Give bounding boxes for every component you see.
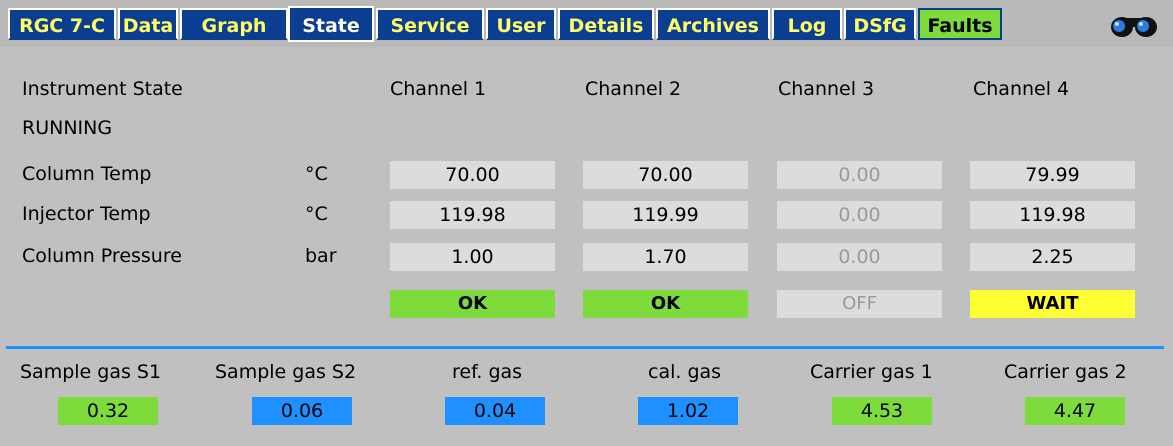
value-column-temp-ch2: 70.00 <box>583 161 748 189</box>
row-label-column-temp: Column Temp <box>22 163 152 185</box>
row-unit-column-temp: °C <box>305 163 328 185</box>
gas-label-carrier-2: Carrier gas 2 <box>1004 361 1127 383</box>
value-column-pressure-ch2: 1.70 <box>583 243 748 271</box>
value-column-temp-ch1: 70.00 <box>390 161 555 189</box>
gas-value-sample-s1: 0.32 <box>58 397 158 425</box>
binoculars-icon[interactable] <box>1109 12 1159 38</box>
gas-value-carrier-2: 4.47 <box>1025 397 1125 425</box>
status-badge-ch4: WAIT <box>970 290 1135 318</box>
value-column-pressure-ch4: 2.25 <box>970 243 1135 271</box>
value-injector-temp-ch1: 119.98 <box>390 201 555 229</box>
tab-graph[interactable]: Graph <box>180 8 288 40</box>
instrument-state-title: Instrument State <box>22 78 183 100</box>
tab-bar: RGC 7-C Data Graph State Service User De… <box>0 0 1173 47</box>
status-badge-ch1: OK <box>390 290 555 318</box>
tab-data[interactable]: Data <box>118 8 178 40</box>
gas-label-sample-s1: Sample gas S1 <box>20 361 162 383</box>
tab-dsfg[interactable]: DSfG <box>844 8 916 40</box>
value-column-pressure-ch3: 0.00 <box>777 243 942 271</box>
gas-label-cal: cal. gas <box>648 361 722 383</box>
tab-service[interactable]: Service <box>376 8 484 40</box>
channel-2-header: Channel 2 <box>585 78 682 100</box>
gas-label-ref: ref. gas <box>452 361 523 383</box>
gas-label-sample-s2: Sample gas S2 <box>215 361 357 383</box>
value-column-temp-ch4: 79.99 <box>970 161 1135 189</box>
tab-faults[interactable]: Faults <box>918 8 1002 40</box>
value-injector-temp-ch4: 119.98 <box>970 201 1135 229</box>
tab-user[interactable]: User <box>486 8 556 40</box>
instrument-state-value: RUNNING <box>22 117 113 139</box>
value-column-pressure-ch1: 1.00 <box>390 243 555 271</box>
tab-state[interactable]: State <box>288 6 374 42</box>
tab-archives[interactable]: Archives <box>656 8 770 40</box>
value-column-temp-ch3: 0.00 <box>777 161 942 189</box>
row-label-column-pressure: Column Pressure <box>22 245 182 267</box>
channel-1-header: Channel 1 <box>390 78 487 100</box>
status-badge-ch2: OK <box>583 290 748 318</box>
section-divider <box>6 346 1164 349</box>
gas-value-ref: 0.04 <box>445 397 545 425</box>
tab-details[interactable]: Details <box>558 8 654 40</box>
row-unit-column-pressure: bar <box>305 245 337 267</box>
gas-value-carrier-1: 4.53 <box>832 397 932 425</box>
row-label-injector-temp: Injector Temp <box>22 203 151 225</box>
channel-4-header: Channel 4 <box>973 78 1070 100</box>
gas-value-sample-s2: 0.06 <box>252 397 352 425</box>
row-unit-injector-temp: °C <box>305 203 328 225</box>
channel-3-header: Channel 3 <box>778 78 875 100</box>
gas-label-carrier-1: Carrier gas 1 <box>810 361 933 383</box>
value-injector-temp-ch2: 119.99 <box>583 201 748 229</box>
value-injector-temp-ch3: 0.00 <box>777 201 942 229</box>
gas-value-cal: 1.02 <box>638 397 738 425</box>
tab-rgc-7-c[interactable]: RGC 7-C <box>8 8 116 40</box>
tab-log[interactable]: Log <box>772 8 842 40</box>
status-badge-ch3: OFF <box>777 290 942 318</box>
